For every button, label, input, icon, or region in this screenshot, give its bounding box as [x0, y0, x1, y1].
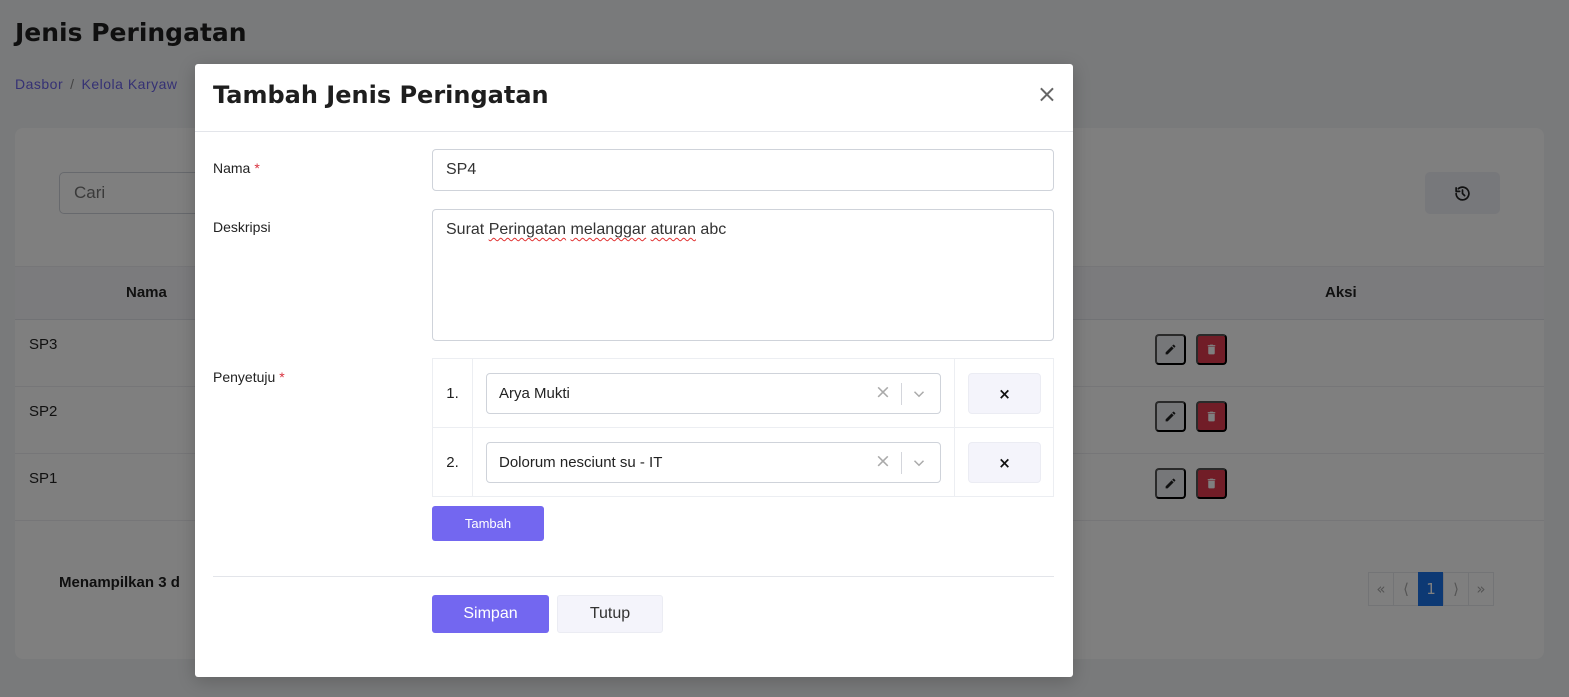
add-warning-type-modal: Tambah Jenis Peringatan × Nama* Deskrips… [195, 64, 1073, 677]
column-separator [954, 359, 955, 428]
deskripsi-label: Deskripsi [213, 219, 271, 235]
column-separator [954, 428, 955, 497]
chevron-down-icon[interactable] [910, 385, 928, 403]
penyetuju-label: Penyetuju * [213, 369, 285, 385]
select-divider [901, 452, 902, 474]
nama-input[interactable] [432, 149, 1054, 191]
required-marker: * [254, 160, 260, 176]
modal-title: Tambah Jenis Peringatan [213, 81, 549, 109]
deskripsi-text-1: Surat [446, 221, 489, 238]
nama-label-text: Nama [213, 160, 251, 176]
deskripsi-text-7: abc [695, 221, 727, 238]
approver-number: 2. [433, 428, 473, 497]
penyetuju-label-text: Penyetuju [213, 369, 276, 385]
save-button[interactable]: Simpan [432, 595, 549, 633]
modal-header: Tambah Jenis Peringatan × [195, 64, 1073, 132]
deskripsi-text-4: melanggar [570, 221, 647, 238]
approver-select-value: Dolorum nesciunt su - IT [499, 454, 663, 471]
approver-row: 2. Dolorum nesciunt su - IT × × [433, 428, 1053, 497]
remove-approver-button[interactable]: × [968, 442, 1041, 483]
clear-icon[interactable]: × [875, 383, 891, 402]
remove-approver-button[interactable]: × [968, 373, 1041, 414]
approver-table: 1. Arya Mukti × × 2. Dolorum nesciunt su… [432, 358, 1054, 497]
chevron-down-icon[interactable] [910, 454, 928, 472]
nama-label: Nama * [213, 160, 260, 176]
select-divider [901, 383, 902, 405]
required-marker: * [279, 369, 285, 385]
deskripsi-text-2: Peringatan [488, 221, 567, 238]
close-button[interactable]: Tutup [557, 595, 663, 633]
approver-number: 1. [433, 359, 473, 428]
deskripsi-textarea[interactable]: Surat Peringatan melanggar aturan abc [432, 209, 1054, 341]
close-icon[interactable]: × [1037, 82, 1057, 106]
approver-row: 1. Arya Mukti × × [433, 359, 1053, 428]
approver-select-value: Arya Mukti [499, 385, 570, 402]
clear-icon[interactable]: × [875, 452, 891, 471]
approver-select[interactable]: Arya Mukti × [486, 373, 941, 414]
approver-select[interactable]: Dolorum nesciunt su - IT × [486, 442, 941, 483]
deskripsi-text-6: aturan [650, 221, 696, 238]
add-approver-button[interactable]: Tambah [432, 506, 544, 541]
footer-divider [213, 576, 1054, 577]
